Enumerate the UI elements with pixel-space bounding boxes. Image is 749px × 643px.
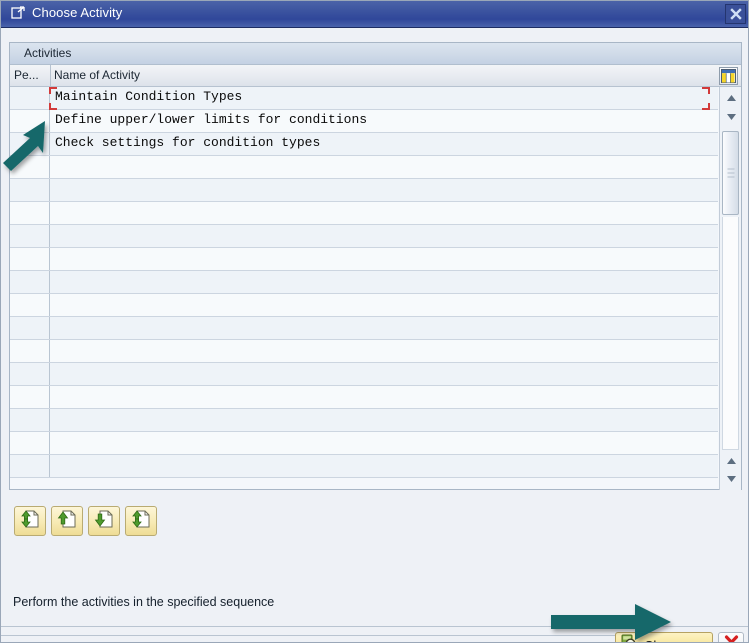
scroll-down-bottom-icon[interactable] [721,470,741,487]
choose-button-label: Choose [644,638,689,643]
scroll-up-icon[interactable] [721,89,741,106]
cell-pe[interactable] [10,340,50,362]
cell-pe[interactable] [10,271,50,293]
cell-pe[interactable] [10,432,50,454]
choose-activity-dialog: Choose Activity Activities Pe... Name of… [0,0,749,643]
column-header-name-of-activity[interactable]: Name of Activity [54,68,140,82]
expand-collapse-button[interactable] [125,506,157,536]
table-row[interactable] [10,386,718,409]
hint-text: Perform the activities in the specified … [13,595,275,609]
table-settings-icon[interactable] [719,67,738,85]
cell-name-of-activity[interactable]: Define upper/lower limits for conditions [55,112,367,127]
collapse-button[interactable] [51,506,83,536]
grid-group-header: Activities [10,43,741,65]
cell-pe[interactable] [10,133,50,155]
document-up-down-icon [20,509,40,534]
table-row[interactable] [10,156,718,179]
cell-pe[interactable] [10,202,50,224]
table-row[interactable] [10,317,718,340]
scroll-up-bottom-icon[interactable] [721,452,741,469]
table-row[interactable] [10,225,718,248]
table-row[interactable] [10,202,718,225]
cell-pe[interactable] [10,225,50,247]
cell-pe[interactable] [10,455,50,477]
cell-pe[interactable] [10,110,50,132]
close-icon[interactable] [725,4,746,24]
column-header-pe[interactable]: Pe... [14,68,39,82]
table-row[interactable] [10,294,718,317]
footer-divider-secondary [1,635,621,636]
cell-name-of-activity[interactable]: Check settings for condition types [55,135,320,150]
table-row[interactable] [10,432,718,455]
cell-pe[interactable] [10,156,50,178]
grid-rows[interactable]: Maintain Condition Types Define upper/low… [10,87,718,490]
dialog-titlebar: Choose Activity [1,1,748,28]
document-down-icon [94,509,114,534]
activities-grid: Activities Pe... Name of Activity Mainta [9,42,742,490]
footer-divider [1,626,748,627]
table-row[interactable]: Check settings for condition types [10,133,718,156]
table-row[interactable] [10,179,718,202]
grid-vertical-scrollbar[interactable] [719,87,741,490]
titlebar-left: Choose Activity [11,5,122,21]
choose-button[interactable]: Choose [615,632,713,643]
table-row[interactable]: Maintain Condition Types [10,87,718,110]
table-row[interactable] [10,455,718,478]
red-x-icon [724,635,739,642]
cell-pe[interactable] [10,294,50,316]
window-restore-icon [11,6,26,20]
cell-pe[interactable] [10,87,50,109]
table-row[interactable]: Define upper/lower limits for conditions [10,110,718,133]
cell-pe[interactable] [10,363,50,385]
grid-column-header: Pe... Name of Activity [10,65,741,87]
cell-pe[interactable] [10,317,50,339]
table-row[interactable] [10,363,718,386]
scroll-down-icon[interactable] [721,108,741,125]
table-row[interactable] [10,248,718,271]
expand-collapse-all-button[interactable] [14,506,46,536]
table-row[interactable] [10,340,718,363]
document-up-icon [57,509,77,534]
scrollbar-thumb[interactable] [722,131,739,215]
expand-button[interactable] [88,506,120,536]
table-row[interactable] [10,271,718,294]
magnifier-icon [621,634,638,642]
cell-pe[interactable] [10,179,50,201]
cell-pe[interactable] [10,248,50,270]
scroll-grip-icon [727,168,734,178]
dialog-footer: Choose [615,632,744,643]
cell-name-of-activity[interactable]: Maintain Condition Types [55,89,242,104]
grid-toolbar [14,506,157,536]
table-row[interactable] [10,409,718,432]
dialog-title: Choose Activity [32,5,123,20]
cell-pe[interactable] [10,386,50,408]
dialog-body: Activities Pe... Name of Activity Mainta [1,28,748,643]
grid-group-header-label: Activities [24,46,72,60]
scrollbar-track[interactable] [722,217,739,450]
cell-pe[interactable] [10,409,50,431]
cancel-button[interactable] [718,632,744,642]
document-up-down-icon [131,509,151,534]
